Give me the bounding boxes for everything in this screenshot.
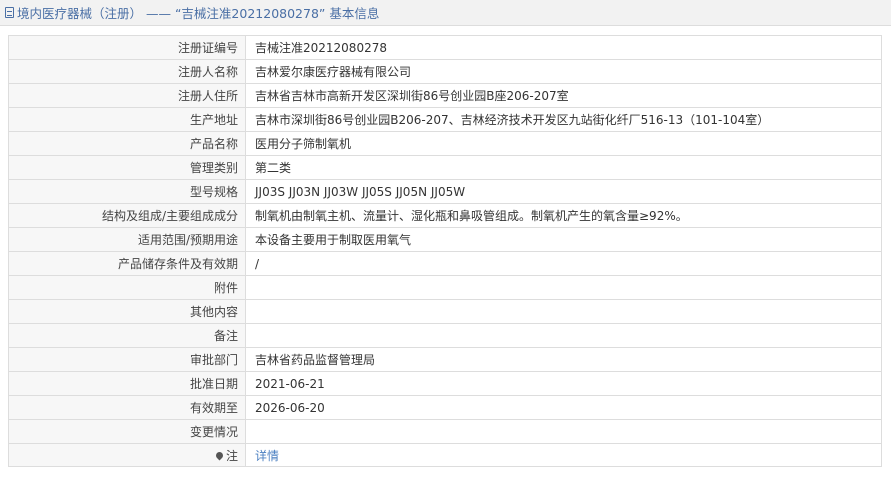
table-row: 产品储存条件及有效期 /: [8, 251, 882, 276]
row-value: 本设备主要用于制取医用氧气: [245, 227, 882, 252]
table-row: 审批部门 吉林省药品监督管理局: [8, 347, 882, 372]
row-value: 吉林省药品监督管理局: [245, 347, 882, 372]
row-value: [245, 275, 882, 300]
row-value: 第二类: [245, 155, 882, 180]
table-row: 附件: [8, 275, 882, 300]
table-row: 注册证编号 吉械注准20212080278: [8, 35, 882, 60]
note-label: 注: [225, 448, 238, 463]
row-value: /: [245, 251, 882, 276]
row-label: 产品名称: [8, 131, 246, 156]
document-icon: [5, 7, 14, 18]
note-value-cell: 详情: [245, 443, 882, 467]
table-row: 产品名称 医用分子筛制氧机: [8, 131, 882, 156]
row-value: 2021-06-21: [245, 371, 882, 396]
table-row: 批准日期 2021-06-21: [8, 371, 882, 396]
note-row: 注 详情: [8, 443, 882, 467]
row-label: 其他内容: [8, 299, 246, 324]
row-label: 注册人住所: [8, 83, 246, 108]
row-value: 医用分子筛制氧机: [245, 131, 882, 156]
page-title: 境内医疗器械（注册） —— “吉械注准20212080278” 基本信息: [17, 6, 380, 21]
row-label: 备注: [8, 323, 246, 348]
row-label: 注册人名称: [8, 59, 246, 84]
row-label: 变更情况: [8, 419, 246, 444]
page-header: 境内医疗器械（注册） —— “吉械注准20212080278” 基本信息: [0, 0, 891, 26]
table-row: 注册人住所 吉林省吉林市高新开发区深圳街86号创业园B座206-207室: [8, 83, 882, 108]
row-label: 审批部门: [8, 347, 246, 372]
row-label: 注册证编号: [8, 35, 246, 60]
table-row: 生产地址 吉林市深圳街86号创业园B206-207、吉林经济技术开发区九站街化纤…: [8, 107, 882, 132]
table-row: 有效期至 2026-06-20: [8, 395, 882, 420]
row-value: JJ03S JJ03N JJ03W JJ05S JJ05N JJ05W: [245, 179, 882, 204]
row-label: 管理类别: [8, 155, 246, 180]
row-label: 型号规格: [8, 179, 246, 204]
table-row: 其他内容: [8, 299, 882, 324]
row-label: 结构及组成/主要组成成分: [8, 203, 246, 228]
row-value: 吉林爱尔康医疗器械有限公司: [245, 59, 882, 84]
row-value: 2026-06-20: [245, 395, 882, 420]
table-row: 变更情况: [8, 419, 882, 444]
row-label: 适用范围/预期用途: [8, 227, 246, 252]
row-value: [245, 419, 882, 444]
row-value: [245, 299, 882, 324]
table-row: 管理类别 第二类: [8, 155, 882, 180]
table-row: 备注: [8, 323, 882, 348]
row-value: 吉林省吉林市高新开发区深圳街86号创业园B座206-207室: [245, 83, 882, 108]
row-value: 吉林市深圳街86号创业园B206-207、吉林经济技术开发区九站街化纤厂516-…: [245, 107, 882, 132]
row-value: 吉械注准20212080278: [245, 35, 882, 60]
details-link[interactable]: 详情: [255, 449, 279, 463]
row-label: 附件: [8, 275, 246, 300]
row-label: 生产地址: [8, 107, 246, 132]
row-value: [245, 323, 882, 348]
table-row: 适用范围/预期用途 本设备主要用于制取医用氧气: [8, 227, 882, 252]
table-row: 结构及组成/主要组成成分 制氧机由制氧主机、流量计、湿化瓶和鼻吸管组成。制氧机产…: [8, 203, 882, 228]
row-label: 产品储存条件及有效期: [8, 251, 246, 276]
row-label: 批准日期: [8, 371, 246, 396]
table-row: 注册人名称 吉林爱尔康医疗器械有限公司: [8, 59, 882, 84]
row-label: 有效期至: [8, 395, 246, 420]
table-row: 型号规格 JJ03S JJ03N JJ03W JJ05S JJ05N JJ05W: [8, 179, 882, 204]
note-label-cell: 注: [8, 443, 246, 467]
info-table: 注册证编号 吉械注准20212080278 注册人名称 吉林爱尔康医疗器械有限公…: [8, 35, 882, 467]
pin-icon: [214, 450, 225, 460]
row-value: 制氧机由制氧主机、流量计、湿化瓶和鼻吸管组成。制氧机产生的氧含量≥92%。: [245, 203, 882, 228]
